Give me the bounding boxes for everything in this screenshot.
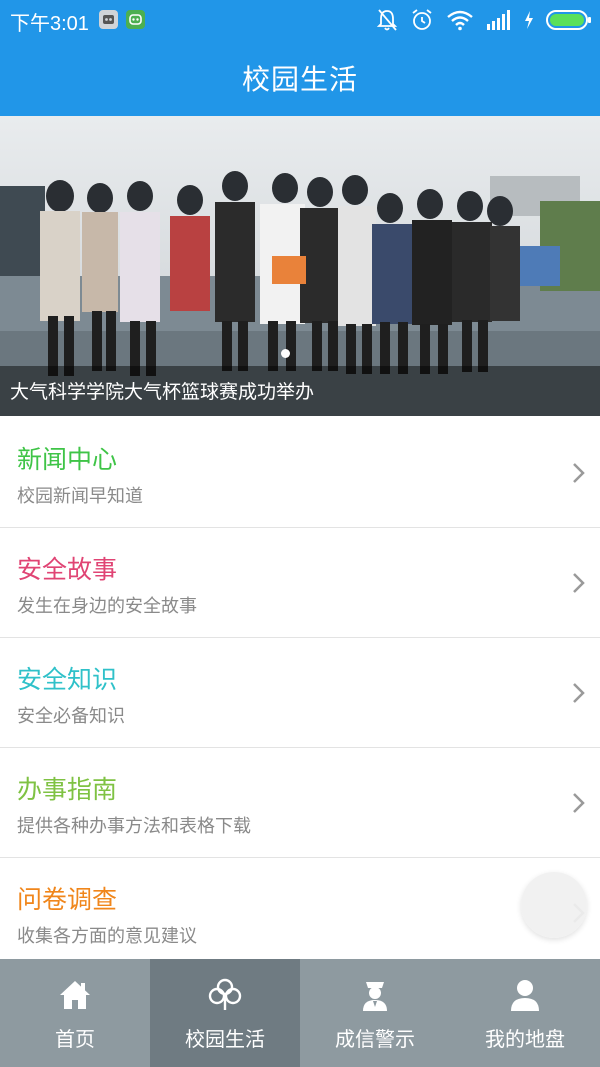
list-item-survey[interactable]: 问卷调查 收集各方面的意见建议 [0,858,600,968]
mute-icon [376,9,398,31]
chevron-right-icon [573,463,585,483]
tab-label: 成信警示 [335,1027,415,1051]
tab-warnings[interactable]: 成信警示 [300,959,450,1067]
floating-assist-button[interactable] [521,872,587,938]
wifi-icon [447,10,473,31]
chevron-right-icon [573,573,585,593]
app-badge-icon [99,10,118,29]
list-item-guide[interactable]: 办事指南 提供各种办事方法和表格下载 [0,748,600,858]
tab-label: 我的地盘 [485,1027,565,1051]
list-item-subtitle: 发生在身边的安全故事 [17,596,197,617]
tab-campus-life[interactable]: 校园生活 [150,959,300,1067]
page-title: 校园生活 [241,63,358,96]
list-item-subtitle: 安全必备知识 [17,706,125,727]
list-item-title: 新闻中心 [17,445,118,474]
list-item-subtitle: 校园新闻早知道 [17,486,143,507]
list-item-subtitle: 收集各方面的意见建议 [17,926,197,947]
tab-label: 首页 [55,1027,95,1051]
banner-caption: 大气科学学院大气杯篮球赛成功举办 [10,381,315,403]
police-icon [363,982,387,1011]
top-bar: 下午3:01 校园生活 [0,0,600,116]
app-badge-icon [126,10,145,29]
banner-carousel[interactable]: 大气科学学院大气杯篮球赛成功举办 [0,116,600,416]
list-item-title: 安全故事 [17,555,118,584]
home-icon [60,981,90,1009]
charging-icon [525,11,533,29]
list-item-safety-stories[interactable]: 安全故事 发生在身边的安全故事 [0,528,600,638]
list-item-safety-knowledge[interactable]: 安全知识 安全必备知识 [0,638,600,748]
list-item-news[interactable]: 新闻中心 校园新闻早知道 [0,418,600,528]
list-item-title: 办事指南 [17,775,118,804]
alarm-icon [412,9,432,30]
status-time: 下午3:01 [10,13,89,35]
tab-label: 校园生活 [185,1027,265,1051]
bottom-nav: 首页 校园生活 成信警示 我的地盘 [0,959,600,1067]
chevron-right-icon [573,683,585,703]
status-bar: 下午3:01 [0,0,600,40]
clover-icon [208,978,242,1010]
carousel-indicator[interactable] [281,349,290,358]
user-icon [511,980,539,1011]
menu-list: 新闻中心 校园新闻早知道 安全故事 发生在身边的安全故事 安全知识 安全必备知识… [0,418,600,968]
tab-my-space[interactable]: 我的地盘 [450,959,600,1067]
signal-icon [487,10,510,30]
tab-home[interactable]: 首页 [0,959,150,1067]
chevron-right-icon [573,793,585,813]
list-item-title: 安全知识 [17,665,118,694]
list-item-subtitle: 提供各种办事方法和表格下载 [17,816,251,837]
battery-icon [546,10,591,30]
list-item-title: 问卷调查 [17,885,118,914]
